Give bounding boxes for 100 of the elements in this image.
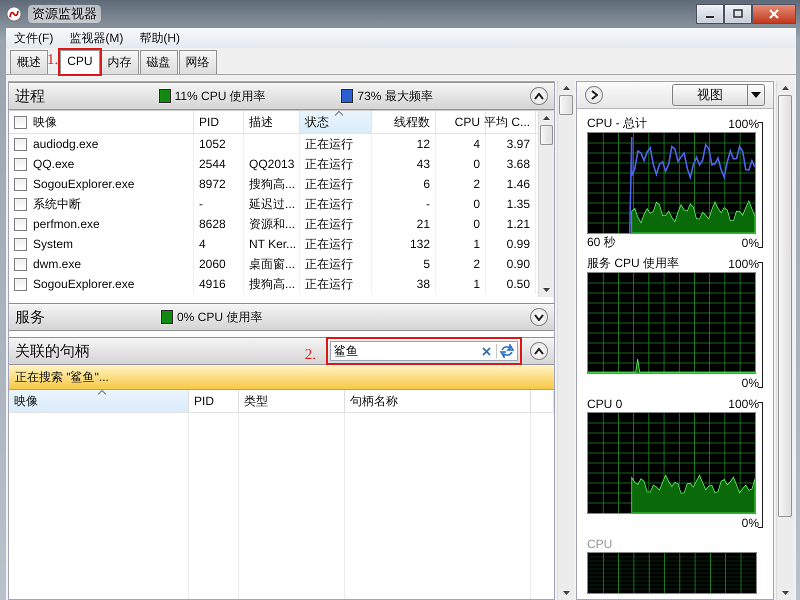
- table-cell: 1.35: [486, 194, 536, 214]
- scrollbar[interactable]: [557, 81, 574, 600]
- annotation-number: 2.: [304, 347, 316, 364]
- search-field[interactable]: 鲨鱼: [330, 341, 518, 361]
- process-cell: SogouExplorer.exe: [9, 274, 194, 294]
- table-cell: 搜狗高...: [244, 174, 300, 194]
- caret-icon: [751, 92, 761, 98]
- column-header[interactable]: 映像: [9, 390, 189, 412]
- scale-max-label: 100%: [728, 396, 759, 410]
- checkbox[interactable]: [14, 158, 27, 170]
- close-button[interactable]: [752, 4, 796, 24]
- table-cell: 1.21: [486, 214, 536, 234]
- table-cell: 21: [372, 214, 436, 234]
- close-icon: [769, 9, 779, 19]
- table-cell: QQ2013: [244, 154, 300, 174]
- table-cell: -: [372, 194, 436, 214]
- menu-item[interactable]: 监视器(M): [69, 30, 124, 46]
- expand-button[interactable]: [530, 308, 548, 326]
- table-cell: 正在运行: [300, 234, 372, 254]
- checkbox[interactable]: [14, 198, 27, 210]
- column-header[interactable]: 平均 C...: [486, 111, 536, 133]
- process-cell: audiodg.exe: [9, 134, 194, 154]
- table-cell: 2060: [194, 254, 244, 274]
- scroll-down-icon[interactable]: [562, 591, 570, 595]
- chevron-icon: [534, 92, 544, 100]
- column-header[interactable]: 类型: [239, 390, 345, 412]
- checkbox[interactable]: [14, 178, 27, 190]
- clear-icon[interactable]: [482, 346, 491, 356]
- section-header[interactable]: 服务 0% CPU 使用率: [9, 303, 554, 331]
- minimize-button[interactable]: [696, 4, 724, 24]
- scrollbar[interactable]: [538, 111, 554, 297]
- scroll-up-icon[interactable]: [543, 116, 550, 120]
- collapse-button[interactable]: [530, 87, 548, 105]
- table-cell: 0.90: [486, 254, 536, 274]
- section-title: 进程: [15, 86, 46, 106]
- expand-button[interactable]: [585, 86, 603, 104]
- table-cell: 正在运行: [300, 134, 372, 154]
- checkbox[interactable]: [14, 218, 27, 230]
- column-header[interactable]: PID: [194, 111, 244, 133]
- chevron-icon: [534, 347, 544, 355]
- table-cell: 桌面窗...: [244, 254, 300, 274]
- scroll-down-icon[interactable]: [782, 591, 788, 595]
- scale-min-label: 0%: [742, 236, 759, 250]
- scale-min-label: 0%: [742, 376, 759, 390]
- column-header[interactable]: 状态: [300, 111, 372, 133]
- column-header[interactable]: 映像: [9, 111, 194, 133]
- column-header[interactable]: 句柄名称: [345, 390, 531, 412]
- maximize-button[interactable]: [724, 4, 752, 24]
- scale-max-label: 100%: [728, 116, 759, 130]
- status-banner: 正在搜索 "鲨鱼"...: [9, 365, 554, 390]
- tab[interactable]: 磁盘: [140, 50, 178, 74]
- dropdown-button[interactable]: [747, 84, 765, 106]
- checkbox[interactable]: [14, 138, 27, 150]
- scroll-up-icon[interactable]: [562, 86, 570, 90]
- table-cell: 1: [436, 274, 486, 294]
- table-cell: 正在运行: [300, 254, 372, 274]
- tab[interactable]: 内存: [100, 50, 139, 74]
- table-cell: -: [194, 194, 244, 214]
- table-cell: 3.97: [486, 134, 536, 154]
- table-cell: 6: [372, 174, 436, 194]
- menu-item[interactable]: 帮助(H): [139, 30, 180, 46]
- view-button[interactable]: 视图: [672, 84, 747, 106]
- tab[interactable]: 概述: [10, 50, 48, 74]
- table-cell: 正在运行: [300, 174, 372, 194]
- table-cell: 0.99: [486, 234, 536, 254]
- graph-title: CPU 0: [587, 396, 622, 410]
- scroll-up-icon[interactable]: [782, 86, 788, 90]
- process-cell: perfmon.exe: [9, 214, 194, 234]
- menu-item[interactable]: 文件(F): [14, 30, 54, 46]
- section-header[interactable]: 关联的句柄 2. 鲨鱼: [9, 337, 554, 365]
- checkbox[interactable]: [14, 278, 27, 290]
- table-cell: 8972: [194, 174, 244, 194]
- scale-min-label: 0%: [742, 516, 759, 530]
- checkbox[interactable]: [14, 258, 27, 270]
- section-header[interactable]: 进程 11% CPU 使用率 73% 最大频率: [9, 82, 554, 110]
- table-cell: 132: [372, 234, 436, 254]
- table-cell: 正在运行: [300, 274, 372, 294]
- table-cell: 8628: [194, 214, 244, 234]
- tab[interactable]: CPU: [60, 50, 100, 74]
- scroll-thumb[interactable]: [559, 95, 573, 115]
- tab[interactable]: 网络: [178, 50, 217, 74]
- refresh-icon[interactable]: [496, 344, 515, 358]
- table-cell: 4916: [194, 274, 244, 294]
- scroll-down-icon[interactable]: [543, 288, 550, 292]
- checkbox[interactable]: [14, 238, 27, 250]
- scroll-thumb[interactable]: [778, 95, 792, 517]
- column-header[interactable]: 线程数: [372, 111, 436, 133]
- collapse-button[interactable]: [530, 342, 548, 360]
- process-cell: dwm.exe: [9, 254, 194, 274]
- checkbox[interactable]: [14, 116, 27, 128]
- scroll-thumb[interactable]: [540, 125, 553, 145]
- table-cell: NT Ker...: [244, 234, 300, 254]
- search-input[interactable]: 鲨鱼: [331, 344, 477, 358]
- column-header[interactable]: PID: [189, 390, 239, 412]
- scrollbar[interactable]: [776, 81, 793, 600]
- table-cell: 正在运行: [300, 154, 372, 174]
- table-cell: 2: [436, 174, 486, 194]
- gauge-icon: [6, 6, 22, 22]
- scale-max-label: 100%: [728, 256, 759, 270]
- table-cell: 正在运行: [300, 194, 372, 214]
